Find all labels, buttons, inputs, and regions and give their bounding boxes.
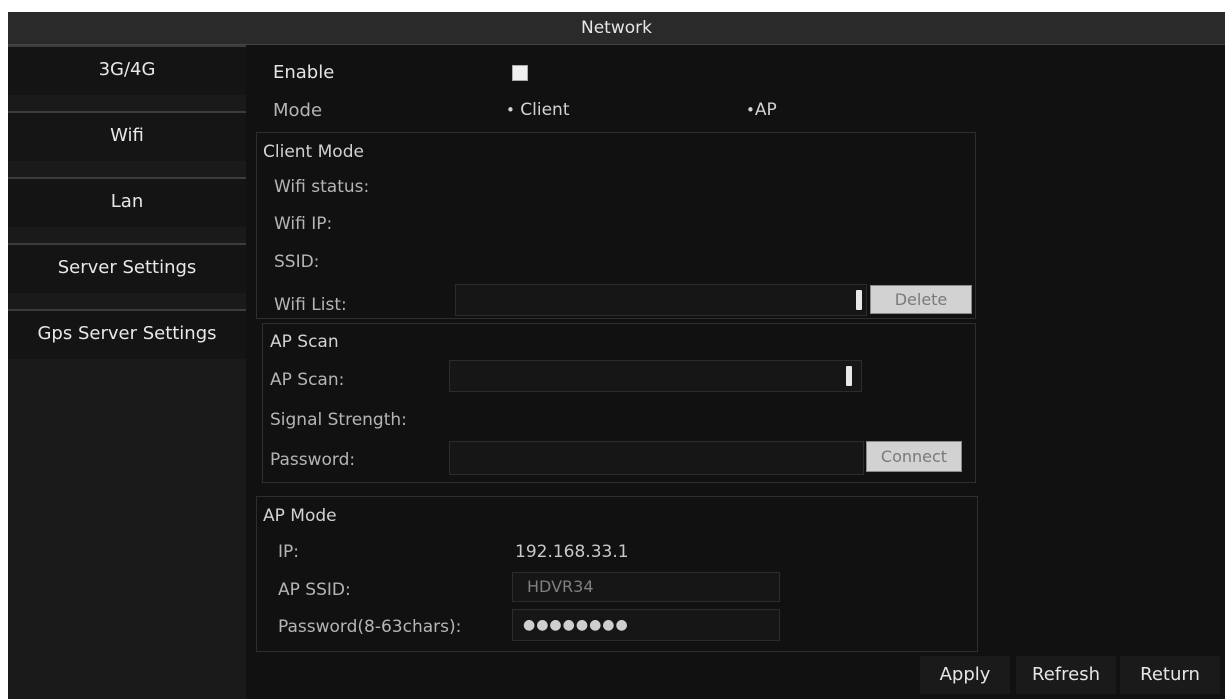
ap-scan-title: AP Scan <box>270 332 339 352</box>
connect-button[interactable]: Connect <box>866 441 962 472</box>
sidebar: 3G/4G Wifi Lan Server Settings Gps Serve… <box>8 45 246 699</box>
ap-scan-select[interactable] <box>449 360 862 392</box>
ap-scan-scroll-handle[interactable] <box>846 366 852 386</box>
network-settings-screen: Network 3G/4G Wifi Lan Server Settings G… <box>8 12 1225 699</box>
sidebar-item-server-settings[interactable]: Server Settings <box>8 243 246 293</box>
ap-ssid-input[interactable]: HDVR34 <box>512 572 780 602</box>
ap-scan-label: AP Scan: <box>270 370 345 390</box>
sidebar-item-gps-server-settings[interactable]: Gps Server Settings <box>8 309 246 359</box>
mode-ap-label: AP <box>754 100 777 120</box>
sidebar-item-lan[interactable]: Lan <box>8 177 246 227</box>
wifi-list-label: Wifi List: <box>274 295 347 315</box>
scan-password-label: Password: <box>270 450 356 470</box>
wifi-list-scroll-handle[interactable] <box>856 290 862 310</box>
mode-radio-ap[interactable]: •AP <box>746 100 777 120</box>
enable-label: Enable <box>273 62 335 83</box>
ap-ip-value: 192.168.33.1 <box>515 542 629 562</box>
radio-dot-icon: • <box>506 101 515 119</box>
refresh-button[interactable]: Refresh <box>1016 656 1116 694</box>
mode-label: Mode <box>273 100 323 121</box>
ssid-label: SSID: <box>274 252 320 272</box>
return-button[interactable]: Return <box>1120 656 1220 694</box>
scan-password-input[interactable] <box>449 441 864 475</box>
apply-button[interactable]: Apply <box>920 656 1010 694</box>
mode-radio-client[interactable]: • Client <box>506 100 569 120</box>
window-title: Network <box>8 12 1225 45</box>
ap-ip-label: IP: <box>278 542 299 562</box>
ap-password-label: Password(8-63chars): <box>278 617 462 637</box>
enable-checkbox[interactable] <box>512 65 528 81</box>
ap-mode-title: AP Mode <box>263 506 337 526</box>
radio-dot-icon: • <box>746 101 755 119</box>
ap-ssid-label: AP SSID: <box>278 580 351 600</box>
delete-button[interactable]: Delete <box>870 285 972 314</box>
wifi-ip-label: Wifi IP: <box>274 214 333 234</box>
sidebar-item-3g4g[interactable]: 3G/4G <box>8 45 246 95</box>
wifi-list-select[interactable] <box>455 284 867 316</box>
ap-password-input[interactable]: ●●●●●●●● <box>512 609 780 641</box>
client-mode-title: Client Mode <box>263 142 364 162</box>
mode-client-label: Client <box>520 100 570 120</box>
sidebar-item-wifi[interactable]: Wifi <box>8 111 246 161</box>
signal-strength-label: Signal Strength: <box>270 410 407 430</box>
wifi-status-label: Wifi status: <box>274 177 370 197</box>
